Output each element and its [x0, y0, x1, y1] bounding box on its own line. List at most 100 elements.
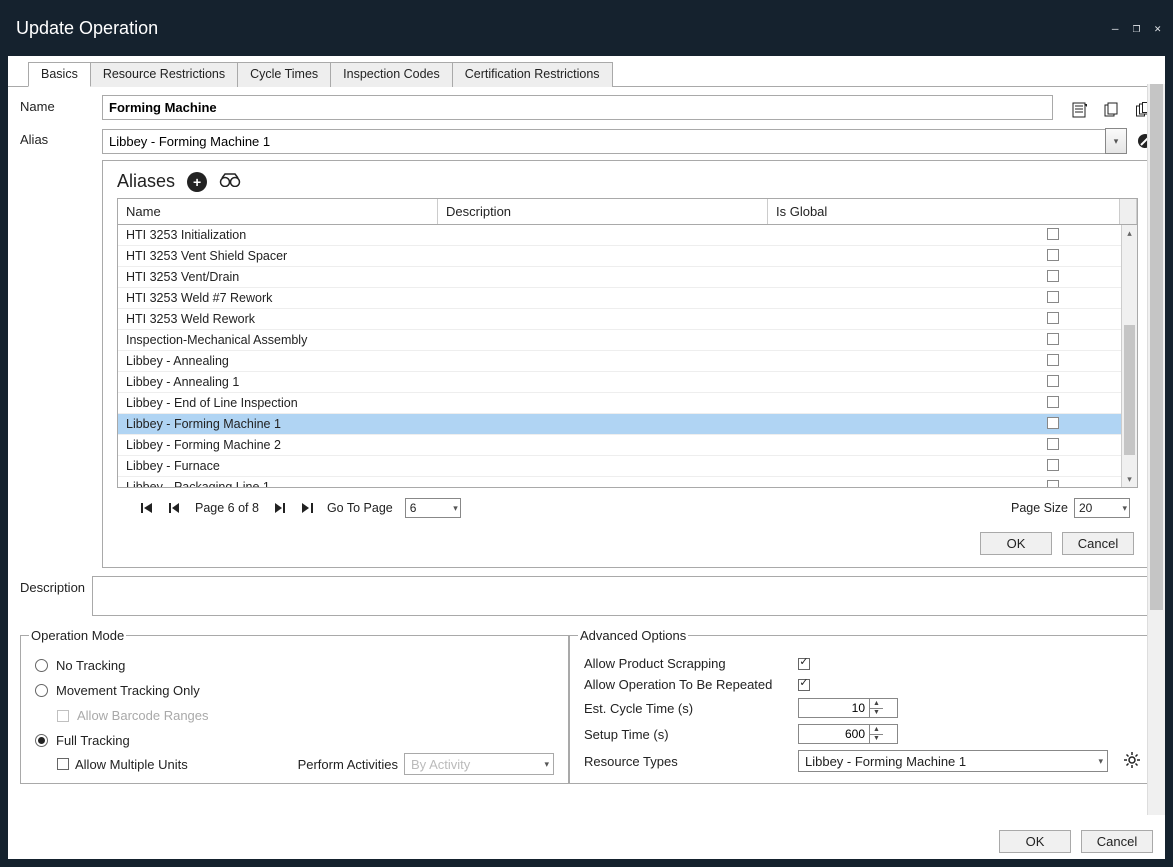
column-header-name[interactable]: Name — [118, 199, 438, 224]
tab-certification-restrictions[interactable]: Certification Restrictions — [452, 62, 613, 87]
tab-cycle-times[interactable]: Cycle Times — [237, 62, 331, 87]
resource-types-label: Resource Types — [584, 754, 790, 769]
alias-global-cell — [768, 359, 969, 363]
description-input[interactable] — [92, 576, 1153, 616]
is-global-checkbox[interactable] — [1047, 333, 1059, 345]
aliases-ok-button[interactable]: OK — [980, 532, 1052, 555]
alias-name-cell: HTI 3253 Initialization — [118, 226, 438, 244]
scroll-thumb[interactable] — [1124, 325, 1135, 455]
allow-repeat-checkbox[interactable] — [798, 679, 810, 691]
is-global-checkbox[interactable] — [1047, 459, 1059, 471]
first-page-button[interactable] — [139, 500, 155, 516]
est-cycle-time-input[interactable]: ▲▼ — [798, 698, 898, 718]
titlebar[interactable]: Update Operation — ❐ ✕ — [0, 0, 1173, 56]
list-icon[interactable] — [1071, 101, 1089, 119]
is-global-checkbox[interactable] — [1047, 417, 1059, 429]
page-size-label: Page Size — [1011, 501, 1068, 515]
last-page-button[interactable] — [299, 500, 315, 516]
content-scroll-thumb[interactable] — [1150, 84, 1163, 610]
grid-scrollbar[interactable]: ▴ ▾ — [1121, 225, 1137, 487]
table-row[interactable]: Libbey - Forming Machine 1 — [118, 414, 1137, 435]
is-global-checkbox[interactable] — [1047, 270, 1059, 282]
prev-page-button[interactable] — [167, 500, 183, 516]
resource-types-settings-button[interactable] — [1124, 752, 1140, 771]
find-alias-button[interactable] — [219, 173, 241, 191]
alias-description-cell — [438, 338, 768, 342]
perform-activities-select[interactable]: By Activity▾ — [404, 753, 554, 775]
aliases-cancel-button[interactable]: Cancel — [1062, 532, 1134, 555]
is-global-checkbox[interactable] — [1047, 375, 1059, 387]
alias-global-cell — [768, 254, 969, 258]
alias-global-cell — [768, 317, 969, 321]
page-size-select[interactable]: 20▾ — [1074, 498, 1130, 518]
minimize-button[interactable]: — — [1112, 22, 1119, 35]
dialog-cancel-button[interactable]: Cancel — [1081, 830, 1153, 853]
copy-icon[interactable] — [1103, 101, 1121, 119]
is-global-checkbox[interactable] — [1047, 228, 1059, 240]
restore-button[interactable]: ❐ — [1133, 21, 1141, 36]
spin-up-icon[interactable]: ▲ — [870, 725, 883, 735]
column-header-description[interactable]: Description — [438, 199, 768, 224]
dialog-ok-button[interactable]: OK — [999, 830, 1071, 853]
content-scrollbar[interactable] — [1147, 84, 1165, 815]
allow-multiple-units-checkbox[interactable] — [57, 758, 69, 770]
spin-down-icon[interactable]: ▼ — [870, 709, 883, 718]
scroll-down-button[interactable]: ▾ — [1122, 471, 1137, 487]
table-row[interactable]: Libbey - Forming Machine 2 — [118, 435, 1137, 456]
est-cycle-time-label: Est. Cycle Time (s) — [584, 701, 790, 716]
add-alias-button[interactable]: + — [187, 172, 207, 192]
table-row[interactable]: Libbey - Annealing — [118, 351, 1137, 372]
resource-types-select[interactable]: Libbey - Forming Machine 1▾ — [798, 750, 1108, 772]
tab-basics[interactable]: Basics — [28, 62, 91, 87]
setup-time-input[interactable]: ▲▼ — [798, 724, 898, 744]
table-row[interactable]: Libbey - Packaging Line 1 — [118, 477, 1137, 487]
page-indicator: Page 6 of 8 — [195, 501, 259, 515]
table-row[interactable]: HTI 3253 Weld #7 Rework — [118, 288, 1137, 309]
movement-tracking-radio[interactable] — [35, 684, 48, 697]
is-global-checkbox[interactable] — [1047, 438, 1059, 450]
alias-input[interactable] — [102, 129, 1106, 154]
table-row[interactable]: Inspection-Mechanical Assembly — [118, 330, 1137, 351]
table-row[interactable]: HTI 3253 Vent/Drain — [118, 267, 1137, 288]
alias-name-cell: Libbey - Furnace — [118, 457, 438, 475]
no-tracking-radio[interactable] — [35, 659, 48, 672]
alias-global-cell — [768, 464, 969, 468]
is-global-checkbox[interactable] — [1047, 312, 1059, 324]
alias-global-cell — [768, 380, 969, 384]
is-global-checkbox[interactable] — [1047, 291, 1059, 303]
is-global-checkbox[interactable] — [1047, 354, 1059, 366]
close-button[interactable]: ✕ — [1154, 22, 1161, 35]
spin-up-icon[interactable]: ▲ — [870, 699, 883, 709]
scroll-up-button[interactable]: ▴ — [1122, 225, 1137, 241]
alias-name-cell: HTI 3253 Vent/Drain — [118, 268, 438, 286]
is-global-checkbox[interactable] — [1047, 249, 1059, 261]
table-row[interactable]: Libbey - End of Line Inspection — [118, 393, 1137, 414]
alias-global-cell — [768, 296, 969, 300]
tab-inspection-codes[interactable]: Inspection Codes — [330, 62, 453, 87]
spin-down-icon[interactable]: ▼ — [870, 735, 883, 744]
tab-bar: Basics Resource Restrictions Cycle Times… — [8, 56, 1165, 87]
name-input[interactable] — [102, 95, 1053, 120]
name-label: Name — [20, 95, 92, 114]
table-row[interactable]: Libbey - Annealing 1 — [118, 372, 1137, 393]
table-row[interactable]: HTI 3253 Weld Rework — [118, 309, 1137, 330]
alias-description-cell — [438, 317, 768, 321]
table-row[interactable]: HTI 3253 Initialization — [118, 225, 1137, 246]
alias-global-cell — [768, 485, 969, 487]
go-to-page-label: Go To Page — [327, 501, 393, 515]
allow-barcode-ranges-checkbox — [57, 710, 69, 722]
full-tracking-radio[interactable] — [35, 734, 48, 747]
is-global-checkbox[interactable] — [1047, 396, 1059, 408]
alias-description-cell — [438, 422, 768, 426]
is-global-checkbox[interactable] — [1047, 480, 1059, 488]
table-row[interactable]: HTI 3253 Vent Shield Spacer — [118, 246, 1137, 267]
allow-scrapping-checkbox[interactable] — [798, 658, 810, 670]
alias-global-cell — [768, 443, 969, 447]
go-to-page-select[interactable]: 6▾ — [405, 498, 461, 518]
alias-dropdown-button[interactable]: ▾ — [1105, 128, 1127, 154]
table-row[interactable]: Libbey - Furnace — [118, 456, 1137, 477]
next-page-button[interactable] — [271, 500, 287, 516]
tab-resource-restrictions[interactable]: Resource Restrictions — [90, 62, 238, 87]
no-tracking-label: No Tracking — [56, 658, 125, 673]
column-header-is-global[interactable]: Is Global — [768, 199, 1120, 224]
